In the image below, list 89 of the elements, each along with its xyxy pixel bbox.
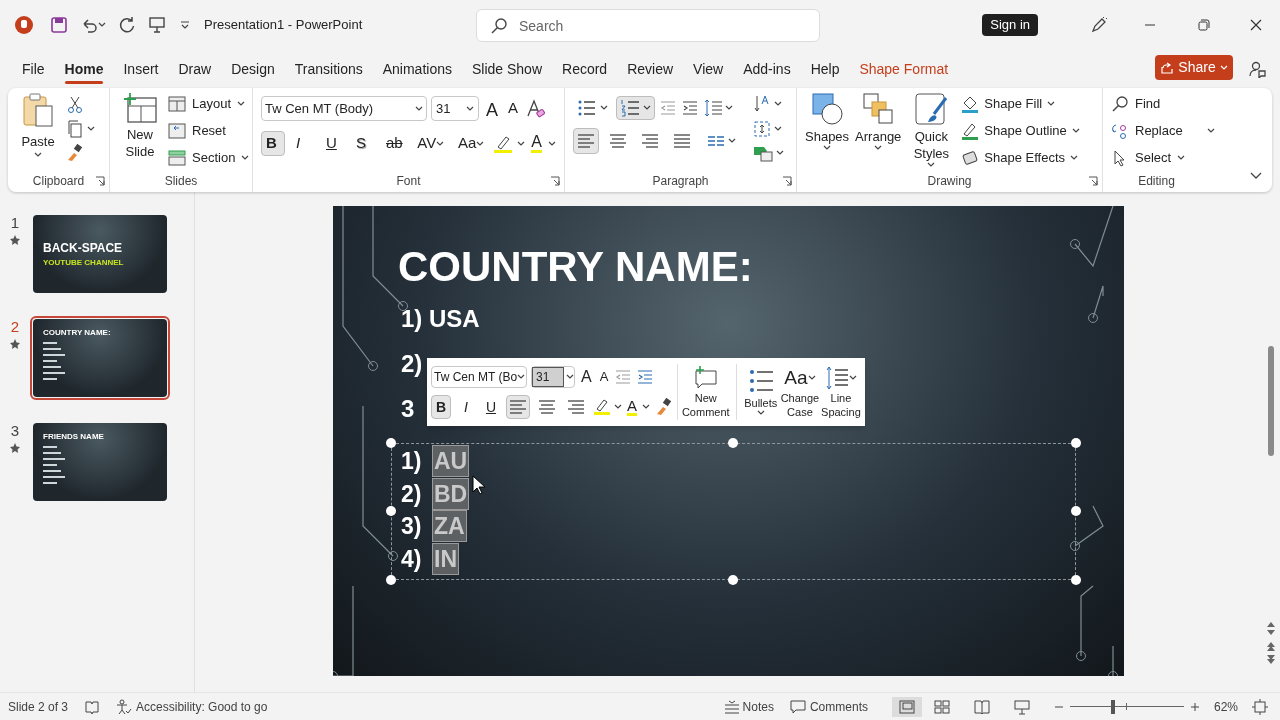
font-size-field[interactable]: 31 bbox=[431, 96, 479, 121]
font-style-button[interactable]: U bbox=[321, 131, 345, 156]
line-spacing-button[interactable]: Line Spacing bbox=[820, 365, 861, 419]
group-label: Paragraph bbox=[652, 173, 709, 190]
slide-thumbnail[interactable]: FRIENDS NAME bbox=[30, 420, 170, 504]
font-color-button[interactable]: A bbox=[627, 398, 637, 416]
shape-fill-button[interactable]: Shape Fill bbox=[961, 92, 1080, 116]
slide-number: 2 bbox=[10, 317, 20, 337]
menu-tab[interactable]: Insert bbox=[113, 54, 169, 84]
font-name-field[interactable]: Tw Cen MT (Bo bbox=[431, 366, 527, 388]
quick-styles-button[interactable]: Quick Styles bbox=[907, 92, 956, 168]
list-code: IN bbox=[433, 543, 458, 574]
font-style-button[interactable]: U bbox=[481, 395, 501, 419]
menu-tab[interactable]: Review bbox=[617, 54, 684, 84]
list-code: BD bbox=[433, 478, 469, 509]
group-label: Font bbox=[396, 173, 421, 190]
arrange-button[interactable]: Arrange bbox=[855, 92, 902, 151]
shape-effects-button[interactable]: Shape Effects bbox=[961, 146, 1080, 170]
menu-tab[interactable]: Transitions bbox=[284, 54, 373, 84]
menu-tab[interactable]: Home bbox=[54, 54, 114, 84]
slide-position: Slide 2 of 3 bbox=[8, 698, 69, 715]
menu-tab[interactable]: Add-ins bbox=[733, 54, 801, 84]
font-style-button[interactable]: B bbox=[261, 131, 285, 156]
change-case-button[interactable]: Aa Change Case bbox=[778, 365, 821, 419]
group-label: Clipboard bbox=[32, 173, 85, 190]
slide-list-item: 2) bbox=[401, 349, 423, 379]
grow-font-button[interactable]: A bbox=[483, 96, 501, 121]
list-number: 3) bbox=[401, 512, 422, 541]
thumbnail-title: FRIENDS NAME bbox=[43, 431, 105, 443]
menu-tab[interactable]: Record bbox=[552, 54, 618, 84]
font-style-button[interactable]: AV bbox=[412, 131, 448, 156]
layout-button[interactable]: Layout bbox=[168, 92, 250, 116]
slide-list-item: 3 bbox=[401, 394, 415, 424]
shrink-font-button[interactable]: A bbox=[597, 367, 611, 387]
list-code: ZA bbox=[433, 511, 466, 541]
list-number: 1) bbox=[401, 447, 422, 476]
accessibility-button[interactable]: Accessibility: Good to go bbox=[116, 698, 268, 715]
zoom-percent[interactable]: 62% bbox=[1213, 698, 1238, 715]
font-color-button[interactable]: A bbox=[531, 134, 542, 153]
grow-font-button[interactable]: A bbox=[579, 365, 594, 389]
paste-button[interactable]: Paste bbox=[16, 92, 60, 158]
search-field[interactable]: Search bbox=[476, 9, 820, 42]
slide-thumbnail[interactable]: COUNTRY NAME: bbox=[30, 316, 170, 400]
thumbnail-title: BACK-SPACE bbox=[43, 240, 124, 257]
slide-title: COUNTRY NAME: bbox=[398, 242, 753, 292]
font-style-button[interactable]: ab bbox=[381, 131, 407, 156]
menu-tab[interactable]: File bbox=[12, 54, 55, 84]
font-size-field[interactable]: 31 bbox=[531, 366, 575, 388]
group-label: Editing bbox=[1138, 173, 1175, 190]
new-comment-button[interactable]: New Comment bbox=[681, 365, 730, 419]
shape-outline-button[interactable]: Shape Outline bbox=[961, 119, 1080, 143]
shapes-button[interactable]: Shapes bbox=[805, 92, 850, 151]
notes-button[interactable]: Notes bbox=[723, 698, 774, 715]
slide-thumbnail[interactable]: BACK-SPACE YOUTUBE CHANNEL bbox=[30, 212, 170, 296]
menu-tab[interactable]: View bbox=[683, 54, 734, 84]
list-number: 4) bbox=[401, 544, 422, 574]
replace-button[interactable]: Replace bbox=[1111, 119, 1215, 143]
font-name-field[interactable]: Tw Cen MT (Body) bbox=[261, 96, 427, 121]
shrink-font-button[interactable]: A bbox=[505, 96, 522, 121]
list-code: AU bbox=[433, 446, 469, 476]
menu-tab[interactable]: Animations bbox=[372, 54, 462, 84]
font-style-button[interactable]: B bbox=[431, 395, 451, 419]
menu-tab[interactable]: Help bbox=[800, 54, 850, 84]
bullets-button[interactable]: Bullets bbox=[742, 368, 779, 416]
slide-list-item: 1) USA bbox=[401, 304, 480, 334]
section-button[interactable]: Section bbox=[168, 146, 250, 170]
new-slide-button[interactable]: New Slide bbox=[118, 92, 162, 160]
font-style-button[interactable]: S bbox=[351, 131, 375, 156]
slide-number: 1 bbox=[10, 213, 20, 233]
find-button[interactable]: Find bbox=[1111, 92, 1215, 116]
list-number: 2) bbox=[401, 479, 422, 509]
select-button[interactable]: Select bbox=[1111, 146, 1215, 170]
menu-tab[interactable]: Draw bbox=[168, 54, 222, 84]
sign-in-button[interactable]: Sign in bbox=[982, 14, 1038, 36]
menu-tab[interactable]: Slide Show bbox=[461, 54, 552, 84]
slide-number: 3 bbox=[10, 421, 20, 441]
font-style-button[interactable]: Aa bbox=[453, 131, 488, 156]
menu-tab[interactable]: Shape Format bbox=[849, 54, 959, 84]
thumbnail-subtitle: YOUTUBE CHANNEL bbox=[43, 257, 125, 269]
reset-button[interactable]: Reset bbox=[168, 119, 250, 143]
comments-button[interactable]: Comments bbox=[789, 698, 868, 715]
thumbnail-title: COUNTRY NAME: bbox=[43, 327, 112, 339]
share-button[interactable]: Share bbox=[1155, 55, 1233, 80]
group-label: Slides bbox=[164, 173, 198, 190]
font-style-button[interactable]: I bbox=[291, 131, 315, 156]
menu-tab[interactable]: Design bbox=[221, 54, 285, 84]
document-title: Presentation1 - PowerPoint bbox=[204, 16, 363, 35]
font-style-button[interactable]: I bbox=[456, 395, 476, 419]
group-label: Drawing bbox=[927, 173, 972, 190]
